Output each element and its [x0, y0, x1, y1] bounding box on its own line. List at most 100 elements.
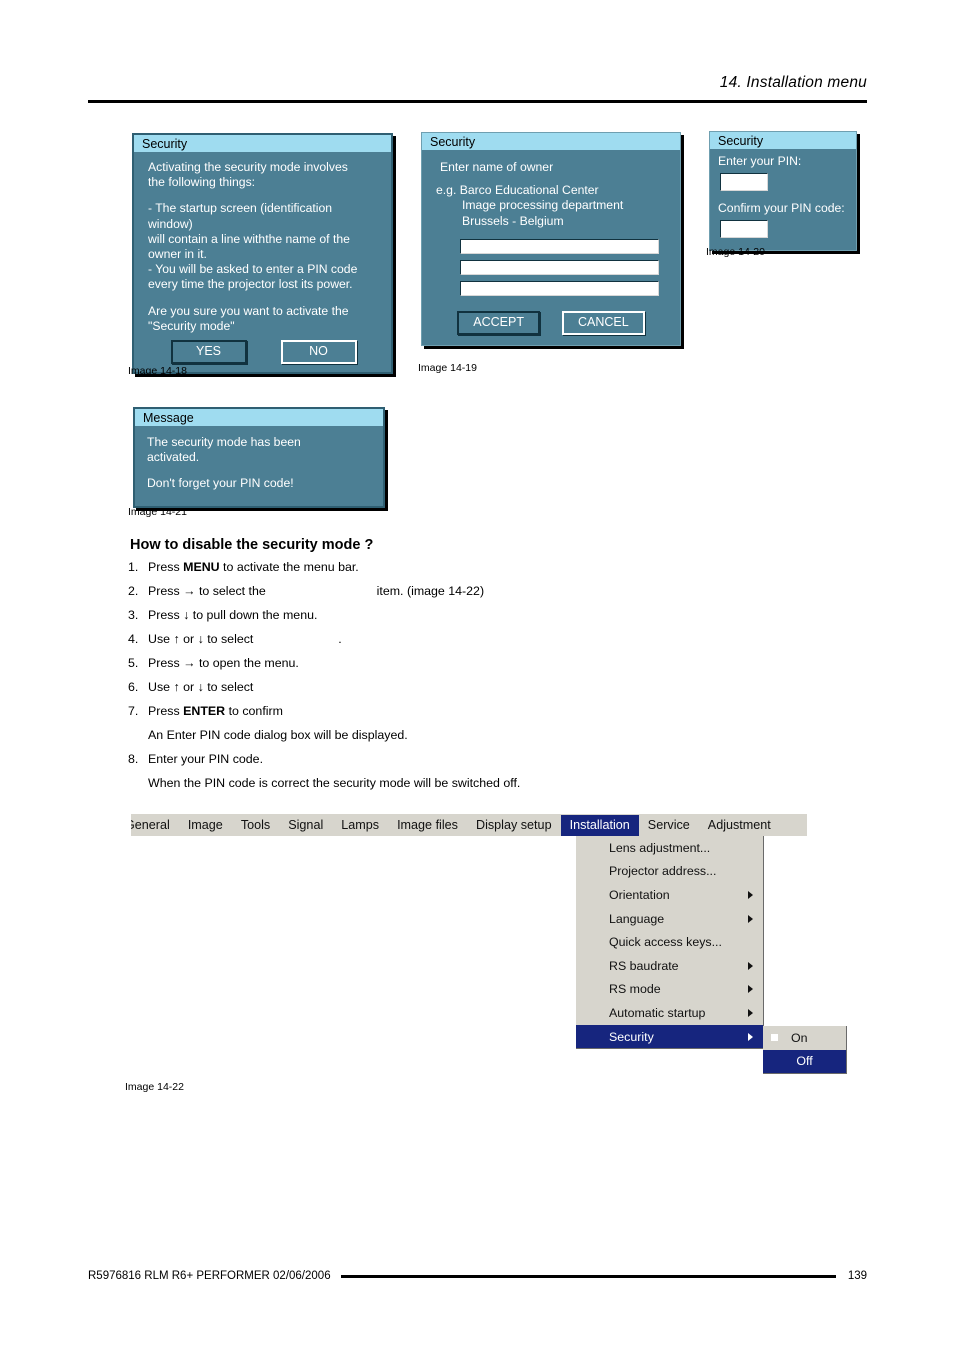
menu-item-automatic-startup[interactable]: Automatic startup — [576, 1001, 763, 1025]
figure-caption-14-21: Image 14-21 — [128, 506, 187, 518]
owner-example-line: e.g. Barco Educational Center — [436, 183, 599, 198]
menubar-item-signal[interactable]: Signal — [279, 815, 332, 836]
menu-item-security[interactable]: Security — [576, 1024, 763, 1049]
dialog-title: Security — [134, 135, 391, 152]
step-text: Press MENU to activate the menu bar. — [148, 560, 359, 574]
step-emphasis: ENTER — [183, 704, 226, 718]
security-submenu: On Off — [763, 1026, 847, 1075]
submenu-arrow-icon — [748, 1008, 753, 1017]
owner-prompt: Enter name of owner — [440, 160, 554, 174]
menubar-item-display-setup[interactable]: Display setup — [467, 815, 561, 836]
procedure-step: 1. Press MENU to activate the menu bar. — [128, 560, 828, 584]
menubar-item-tools[interactable]: Tools — [232, 815, 279, 836]
menu-item-label: RS mode — [609, 982, 661, 997]
body-line: activated. — [147, 450, 200, 465]
body-line: every time the projector lost its power. — [148, 277, 353, 292]
menubar-item-general[interactable]: General — [131, 815, 179, 836]
step-text: Use ↑ or ↓ to select — [148, 680, 257, 694]
pin-enter-label: Enter your PIN: — [718, 154, 802, 168]
menubar-item-service[interactable]: Service — [639, 815, 699, 836]
menu-item-projector-address[interactable]: Projector address... — [576, 860, 763, 884]
procedure-step-note: An Enter PIN code dialog box will be dis… — [128, 728, 828, 752]
yes-button[interactable]: YES — [170, 340, 247, 365]
submenu-item-on[interactable]: On — [763, 1026, 846, 1050]
step-number: 1. — [128, 560, 139, 574]
procedure-step: 3. Press ↓ to pull down the menu. — [128, 608, 828, 632]
figure-caption-14-19: Image 14-19 — [418, 362, 477, 374]
procedure-step: 6. Use ↑ or ↓ to select — [128, 680, 828, 704]
step-number: 3. — [128, 608, 139, 622]
projector-menu-bar: GeneralImageToolsSignalLampsImage filesD… — [131, 814, 807, 836]
menu-item-orientation[interactable]: Orientation — [576, 883, 763, 907]
cancel-button[interactable]: CANCEL — [561, 310, 645, 336]
step-number: 6. — [128, 680, 139, 694]
body-line: "Security mode" — [148, 318, 235, 333]
submenu-arrow-icon — [748, 961, 753, 970]
menu-item-label: Lens adjustment... — [609, 840, 711, 855]
submenu-arrow-icon — [748, 985, 753, 994]
submenu-item-off[interactable]: Off — [763, 1049, 846, 1074]
menu-item-label: RS baudrate — [609, 958, 679, 973]
menu-item-label: Projector address... — [609, 864, 717, 879]
dialog-button-row: ACCEPT CANCEL — [436, 310, 666, 336]
section-heading: How to disable the security mode ? — [130, 537, 374, 553]
procedure-step: 4. Use ↑ or ↓ to select . — [128, 632, 828, 656]
owner-name-field-1[interactable] — [460, 238, 659, 254]
pin-confirm-label: Confirm your PIN code: — [718, 201, 845, 216]
body-line: - The startup screen (identification win… — [148, 201, 333, 231]
figure-caption-14-18: Image 14-18 — [128, 365, 187, 377]
menubar-item-installation[interactable]: Installation — [560, 814, 639, 836]
selection-marker-icon — [771, 1034, 778, 1042]
page-footer: R5976816 RLM R6+ PERFORMER 02/06/2006 13… — [88, 1270, 867, 1282]
menu-item-rs-baudrate[interactable]: RS baudrate — [576, 954, 763, 978]
body-line: Are you sure you want to activate the — [148, 303, 349, 318]
dialog-title: Security — [422, 133, 680, 150]
menu-item-lens-adjustment[interactable]: Lens adjustment... — [576, 836, 763, 860]
procedure-step: 8. Enter your PIN code. — [128, 752, 828, 776]
step-text: Press → to open the menu. — [148, 656, 299, 670]
menubar-item-adjustment[interactable]: Adjustment — [699, 815, 780, 836]
owner-name-dialog: Security Enter name of owner e.g. Barco … — [421, 132, 681, 347]
submenu-arrow-icon — [748, 1032, 753, 1041]
dialog-body: Enter your PIN: Confirm your PIN code: — [710, 149, 856, 250]
no-button[interactable]: NO — [280, 340, 357, 365]
body-line: owner in it. — [148, 247, 207, 262]
pin-input[interactable] — [720, 173, 768, 192]
menu-item-quick-access-keys[interactable]: Quick access keys... — [576, 930, 763, 954]
menubar-item-lamps[interactable]: Lamps — [332, 815, 388, 836]
menu-item-label: Security — [609, 1029, 654, 1044]
menu-item-label: Quick access keys... — [609, 935, 722, 950]
pin-entry-dialog: Security Enter your PIN: Confirm your PI… — [709, 131, 857, 252]
procedure-step: 5. Press → to open the menu. — [128, 656, 828, 680]
procedure-step-list: 1. Press MENU to activate the menu bar. 2.… — [128, 560, 828, 800]
step-text: When the PIN code is correct the securit… — [148, 776, 521, 790]
submenu-arrow-icon — [748, 914, 753, 923]
owner-example-line: Image processing department — [462, 198, 624, 213]
step-text: Press ENTER to confirm — [148, 704, 283, 718]
menubar-item-image[interactable]: Image — [179, 815, 232, 836]
security-activated-message-dialog: Message The security mode has been activ… — [133, 407, 385, 508]
step-emphasis: MENU — [183, 560, 220, 574]
owner-name-field-2[interactable] — [460, 259, 659, 275]
step-text: An Enter PIN code dialog box will be dis… — [148, 728, 408, 742]
dialog-body: Activating the security mode involves th… — [134, 152, 391, 372]
menu-item-language[interactable]: Language — [576, 907, 763, 931]
footer-document-id: R5976816 RLM R6+ PERFORMER 02/06/2006 — [88, 1270, 331, 1282]
pin-confirm-input[interactable] — [720, 220, 768, 239]
accept-button[interactable]: ACCEPT — [457, 310, 540, 336]
step-text: Enter your PIN code. — [148, 752, 264, 766]
step-text: Press → to select the item. (image 14-22… — [148, 584, 485, 598]
submenu-item-label: Off — [796, 1054, 813, 1069]
procedure-step-note: When the PIN code is correct the securit… — [128, 776, 828, 800]
menu-item-rs-mode[interactable]: RS mode — [576, 978, 763, 1002]
dialog-title: Security — [710, 132, 856, 149]
menu-item-label: Language — [609, 911, 665, 926]
owner-name-field-3[interactable] — [460, 280, 659, 296]
step-text: Press ↓ to pull down the menu. — [148, 608, 318, 622]
body-line: will contain a line withthe name of the — [148, 231, 350, 246]
footer-rule — [340, 1274, 836, 1278]
figure-caption-14-22: Image 14-22 — [125, 1081, 184, 1093]
menubar-item-image-files[interactable]: Image files — [388, 815, 467, 836]
menu-screenshot-figure: GeneralImageToolsSignalLampsImage filesD… — [131, 814, 847, 1075]
body-line: Activating the security mode involves — [148, 160, 348, 174]
